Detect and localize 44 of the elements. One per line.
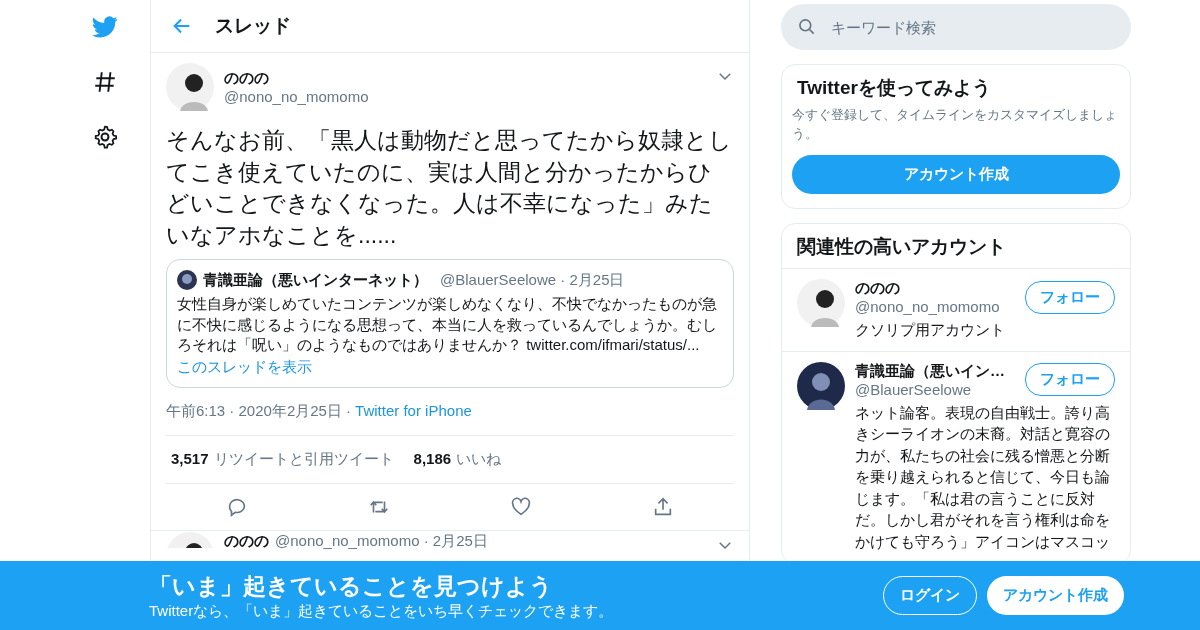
avatar-icon[interactable]: [797, 279, 845, 327]
hashtag-icon[interactable]: [92, 69, 118, 95]
show-thread-link[interactable]: このスレッドを表示: [177, 357, 312, 375]
stat-label[interactable]: いいね: [456, 449, 502, 469]
account-bio: クソリプ用アカウント: [855, 320, 1006, 340]
avatar-icon[interactable]: [797, 361, 845, 410]
create-account-button[interactable]: アカウント作成: [987, 576, 1124, 615]
follow-button[interactable]: フォロー: [1025, 363, 1115, 396]
account-handle[interactable]: @nono_no_momomo: [855, 298, 1025, 315]
avatar-icon[interactable]: [166, 63, 214, 111]
search-field[interactable]: キーワード検索: [781, 4, 1131, 50]
login-button[interactable]: ログイン: [883, 576, 977, 615]
heart-icon[interactable]: [510, 495, 532, 518]
card-text: 今すぐ登録して、タイムラインをカスタマイズしましょう。: [791, 106, 1118, 143]
share-icon[interactable]: [652, 495, 674, 518]
page-title: スレッド: [215, 14, 291, 38]
banner-text: Twitterなら、「いま」起きていることをいち早くチェックできます。: [149, 601, 615, 621]
follow-button[interactable]: フォロー: [1025, 280, 1115, 314]
quoted-tweet[interactable]: 青識亜論（悪いインターネット） @BlauerSeelowe · 2月25日 女性自身が楽しめていたコンテンツが楽しめなくなり、不快でなかったものが急に不快に感じるようになる思想って、本当に人を救っているんでしょうか。むしろそれは「呪い」のようなものではありませんか？ twitter.com/ifmari/status/... このスレッドを表示: [166, 259, 734, 388]
settings-icon[interactable]: [92, 124, 118, 150]
account-name[interactable]: ののの: [855, 279, 1025, 298]
account-bio: ネット論客。表現の自由戦士。誇り高きシーライオンの末裔。対話と寛容の力が、私たちの社会に残る憎悪と分断を乗り越えられると信じて、今日も論じます。「私は君の言うことに反対だ。しかし君がそれを言う権利は命をかけても守ろう」アイコンはマスコッ: [855, 402, 1111, 552]
reply-author-name[interactable]: ののの: [224, 531, 269, 549]
reply-handle-date[interactable]: @nono_no_momomo · 2月25日: [275, 531, 710, 549]
tweet-text: そんなお前、「黒人は動物だと思ってたから奴隷としてこき使えていたのに、実は人間と分かったからひどいことできなくなった。人は不幸になった」みたいなアホなことを......: [166, 126, 733, 250]
source-link[interactable]: Twitter for iPhone: [355, 401, 472, 421]
create-account-button[interactable]: アカウント作成: [792, 155, 1120, 194]
stat-count[interactable]: 8,186: [413, 449, 452, 467]
stat-label[interactable]: リツイートと引用ツイート: [213, 449, 394, 469]
avatar-icon[interactable]: [177, 270, 197, 290]
card-title: 関連性の高いアカウント: [782, 224, 1130, 269]
quoted-author-name: 青識亜論（悪いインターネット）: [203, 270, 428, 290]
quoted-handle-date: @BlauerSeelowe · 2月25日: [440, 270, 625, 290]
tweet-timestamp[interactable]: 午前6:13 · 2020年2月25日 ·: [166, 401, 352, 421]
card-title: Twitterを使ってみよう: [796, 76, 992, 100]
stat-count[interactable]: 3,517: [171, 449, 209, 467]
quoted-text: 女性自身が楽しめていたコンテンツが楽しめなくなり、不快でなかったものが急に不快に感じるようになる思想って、本当に人を救っているんでしょうか。むしろそれは「呪い」のようなものではありませんか？ twitter.com/ifmari/status/...: [177, 294, 718, 355]
author-name[interactable]: ののの: [224, 69, 706, 88]
author-handle[interactable]: @nono_no_momomo: [224, 88, 706, 105]
account-name[interactable]: 青識亜論（悪いイン…: [855, 361, 1025, 381]
bird-logo-icon[interactable]: [92, 14, 118, 40]
search-icon: [797, 17, 817, 37]
banner-title: 「いま」起きていることを見つけよう: [149, 571, 554, 601]
account-handle[interactable]: @BlauerSeelowe: [855, 380, 1025, 398]
